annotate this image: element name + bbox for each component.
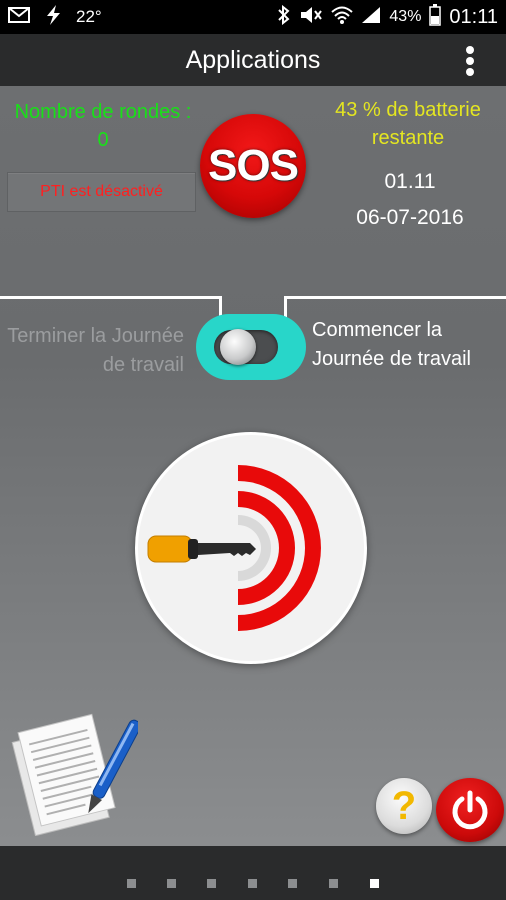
flash-icon xyxy=(44,4,62,30)
battery-status-text: 43 % de batterie restante xyxy=(335,99,481,149)
clock-date: 06-07-2016 xyxy=(356,206,464,229)
page-dot-active[interactable] xyxy=(370,879,379,888)
pti-status-button[interactable]: PTI est désactivé xyxy=(7,172,196,212)
page-dot[interactable] xyxy=(288,879,297,888)
mute-icon xyxy=(299,5,323,30)
divider-left xyxy=(0,296,222,299)
help-icon: ? xyxy=(391,784,417,828)
wifi-icon xyxy=(331,6,354,29)
page-indicator-bar xyxy=(0,846,506,900)
signal-icon xyxy=(361,6,381,29)
power-icon xyxy=(452,790,488,830)
mail-icon xyxy=(8,6,30,28)
battery-percent-text: 43% xyxy=(389,8,422,25)
status-bar: 22° 43% 01:11 xyxy=(0,0,506,34)
rounds-label: Nombre de rondes : xyxy=(14,101,192,123)
status-time: 01:11 xyxy=(449,5,498,28)
page-dot[interactable] xyxy=(248,879,257,888)
rounds-count: 0 xyxy=(97,129,109,151)
sos-button[interactable]: SOS xyxy=(200,114,306,218)
battery-icon xyxy=(429,3,442,31)
page-dot[interactable] xyxy=(207,879,216,888)
clock-time: 01.11 xyxy=(384,170,436,193)
start-workday-label[interactable]: Commencer la Journée de travail xyxy=(312,316,506,374)
end-workday-label[interactable]: Terminer la Journée de travail xyxy=(0,322,184,380)
key-icon xyxy=(147,465,321,631)
workday-toggle[interactable] xyxy=(196,314,306,380)
divider-right xyxy=(284,296,506,299)
more-vert-icon[interactable] xyxy=(464,46,476,76)
page-dot[interactable] xyxy=(167,879,176,888)
page-title: Applications xyxy=(185,46,321,74)
sos-label: SOS xyxy=(208,141,299,190)
document-pen-icon[interactable] xyxy=(8,706,142,837)
action-bar: Applications xyxy=(0,34,506,86)
power-button[interactable] xyxy=(436,778,504,842)
help-button[interactable]: ? xyxy=(376,778,432,834)
toggle-knob[interactable] xyxy=(220,329,256,365)
divider-right-drop xyxy=(284,296,287,318)
page-dot[interactable] xyxy=(329,879,338,888)
bluetooth-icon xyxy=(277,4,291,30)
key-dial-button[interactable] xyxy=(135,432,367,664)
rounds-counter: Nombre de rondes : 0 xyxy=(0,98,206,154)
temperature-text: 22° xyxy=(76,7,102,26)
page-dot[interactable] xyxy=(127,879,136,888)
